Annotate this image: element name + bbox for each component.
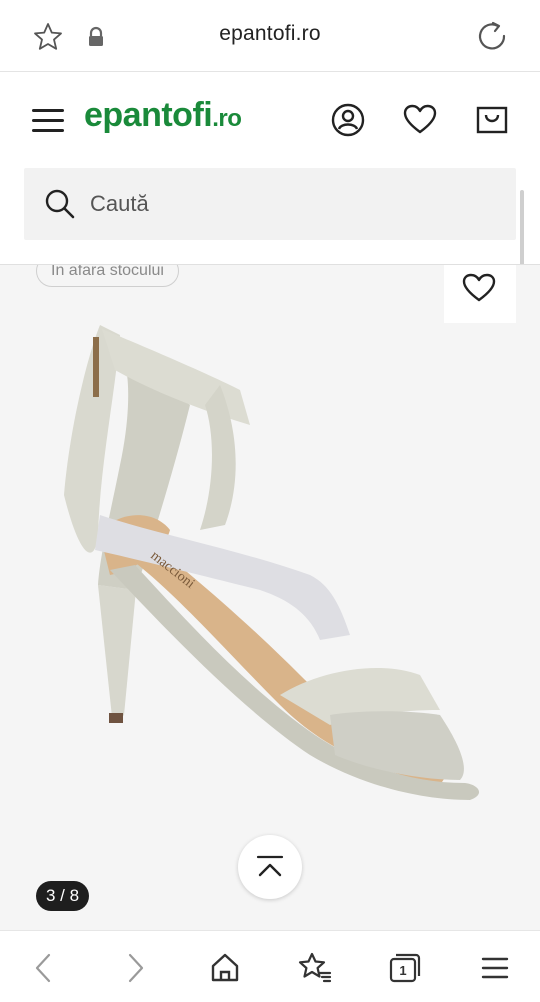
logo-main: epantofi <box>84 96 213 134</box>
menu-icon[interactable] <box>478 951 512 985</box>
heart-icon <box>462 273 496 302</box>
forward-icon[interactable] <box>118 951 152 985</box>
home-icon[interactable] <box>208 951 242 985</box>
address-bar-url[interactable]: epantofi.ro <box>0 22 540 46</box>
stock-badge: În afara stocului <box>36 265 179 287</box>
site-header: epantofi.ro <box>0 72 540 168</box>
tab-count: 1 <box>399 963 406 978</box>
site-logo[interactable]: epantofi.ro <box>84 96 242 135</box>
search-bar[interactable]: Caută <box>24 168 516 240</box>
reload-icon[interactable] <box>476 20 508 52</box>
product-image[interactable]: maccioni <box>40 315 500 805</box>
cart-icon[interactable] <box>475 103 509 137</box>
back-icon[interactable] <box>27 951 61 985</box>
favorites-icon[interactable] <box>298 951 332 985</box>
image-counter: 3 / 8 <box>36 881 90 911</box>
product-gallery[interactable]: În afara stocului maccioni 3 / 8 <box>0 265 540 930</box>
tabs-icon[interactable]: 1 <box>388 951 422 985</box>
search-placeholder: Caută <box>90 191 149 216</box>
search-icon <box>45 189 75 219</box>
menu-icon[interactable] <box>32 109 64 133</box>
logo-suffix: .ro <box>212 105 242 132</box>
browser-bottom-nav: 1 <box>0 930 540 1002</box>
account-icon[interactable] <box>331 103 365 137</box>
heart-icon[interactable] <box>403 103 437 137</box>
chevron-up-icon <box>256 855 284 877</box>
browser-toolbar: epantofi.ro <box>0 0 540 72</box>
scroll-to-top-button[interactable] <box>238 835 302 899</box>
